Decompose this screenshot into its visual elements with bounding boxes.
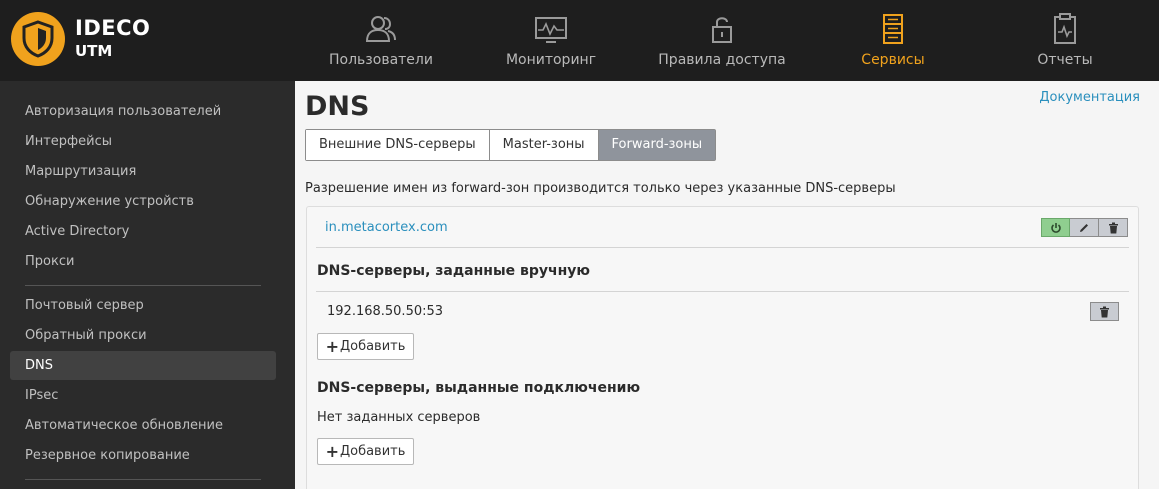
tab-external-dns[interactable]: Внешние DNS-серверы bbox=[306, 130, 490, 160]
nav-label: Отчеты bbox=[1037, 52, 1093, 68]
add-manual-server-button[interactable]: + Добавить bbox=[317, 333, 414, 360]
delete-server-button[interactable] bbox=[1090, 302, 1119, 321]
sidebar-item-device-discovery[interactable]: Обнаружение устройств bbox=[10, 187, 276, 216]
sidebar: Авторизация пользователей Интерфейсы Мар… bbox=[0, 81, 295, 489]
unlock-icon bbox=[712, 17, 732, 43]
sidebar-item-auto-update[interactable]: Автоматическое обновление bbox=[10, 411, 276, 440]
forward-zone-panel: in.metacortex.com DNS-серверы, заданные … bbox=[306, 206, 1139, 489]
edit-zone-button[interactable] bbox=[1070, 218, 1099, 237]
trash-icon bbox=[1100, 306, 1109, 317]
nav-monitoring[interactable]: Мониторинг bbox=[490, 0, 612, 81]
dns-tabs: Внешние DNS-серверы Master-зоны Forward-… bbox=[305, 129, 717, 161]
add-connection-server-button[interactable]: + Добавить bbox=[317, 438, 414, 465]
nav-reports[interactable]: Отчеты bbox=[1020, 0, 1110, 81]
divider bbox=[316, 247, 1129, 248]
nav-access-rules[interactable]: Правила доступа bbox=[652, 0, 792, 81]
zone-actions bbox=[1041, 218, 1128, 237]
page-title: DNS bbox=[305, 91, 370, 122]
connection-dns-title: DNS-серверы, выданные подключению bbox=[317, 380, 641, 396]
dns-server-ip: 192.168.50.50:53 bbox=[327, 304, 444, 319]
top-navbar: IDECO UTM Пользователи Мониторинг Правил… bbox=[0, 0, 1159, 81]
info-text: Разрешение имен из forward-зон производи… bbox=[305, 181, 896, 196]
shield-logo-icon[interactable] bbox=[11, 12, 65, 66]
sidebar-item-ipsec[interactable]: IPsec bbox=[10, 381, 276, 410]
main-content: DNS Документация Внешние DNS-серверы Mas… bbox=[295, 81, 1159, 489]
sidebar-item-active-directory[interactable]: Active Directory bbox=[10, 217, 276, 246]
trash-icon bbox=[1108, 222, 1118, 233]
nav-label: Мониторинг bbox=[505, 52, 597, 68]
tab-master-zones[interactable]: Master-зоны bbox=[489, 130, 599, 160]
sidebar-item-user-auth[interactable]: Авторизация пользователей bbox=[10, 97, 276, 126]
sidebar-divider bbox=[25, 285, 261, 286]
sidebar-item-routing[interactable]: Маршрутизация bbox=[10, 157, 276, 186]
delete-zone-button[interactable] bbox=[1099, 218, 1128, 237]
power-icon bbox=[1050, 222, 1061, 233]
sidebar-item-backup[interactable]: Резервное копирование bbox=[10, 441, 276, 470]
sidebar-item-mail-server[interactable]: Почтовый сервер bbox=[10, 291, 276, 320]
sidebar-item-interfaces[interactable]: Интерфейсы bbox=[10, 127, 276, 156]
no-servers-text: Нет заданных серверов bbox=[317, 410, 481, 425]
plus-icon: + bbox=[325, 337, 339, 356]
toggle-zone-button[interactable] bbox=[1041, 218, 1070, 237]
add-label: Добавить bbox=[339, 444, 406, 459]
brand-name: IDECO bbox=[75, 16, 151, 40]
sidebar-item-dns[interactable]: DNS bbox=[10, 351, 276, 380]
server-icon bbox=[883, 14, 903, 44]
manual-dns-title: DNS-серверы, заданные вручную bbox=[317, 263, 591, 279]
monitor-icon bbox=[535, 17, 567, 43]
sidebar-item-proxy[interactable]: Прокси bbox=[10, 247, 276, 276]
sidebar-item-reverse-proxy[interactable]: Обратный прокси bbox=[10, 321, 276, 350]
tab-forward-zones[interactable]: Forward-зоны bbox=[598, 130, 716, 160]
brand-product: UTM bbox=[75, 42, 113, 60]
zone-name-link[interactable]: in.metacortex.com bbox=[325, 220, 448, 235]
nav-services[interactable]: Сервисы bbox=[840, 0, 946, 81]
users-icon bbox=[365, 16, 396, 42]
nav-users[interactable]: Пользователи bbox=[320, 0, 442, 81]
pencil-icon bbox=[1080, 223, 1088, 232]
clipboard-icon bbox=[1054, 13, 1076, 44]
nav-label: Сервисы bbox=[861, 52, 925, 68]
nav-label: Пользователи bbox=[329, 52, 433, 68]
documentation-link[interactable]: Документация bbox=[1039, 90, 1140, 105]
add-label: Добавить bbox=[339, 339, 406, 354]
divider bbox=[316, 291, 1129, 292]
plus-icon: + bbox=[325, 442, 339, 461]
nav-label: Правила доступа bbox=[658, 52, 786, 68]
sidebar-divider bbox=[25, 479, 261, 480]
